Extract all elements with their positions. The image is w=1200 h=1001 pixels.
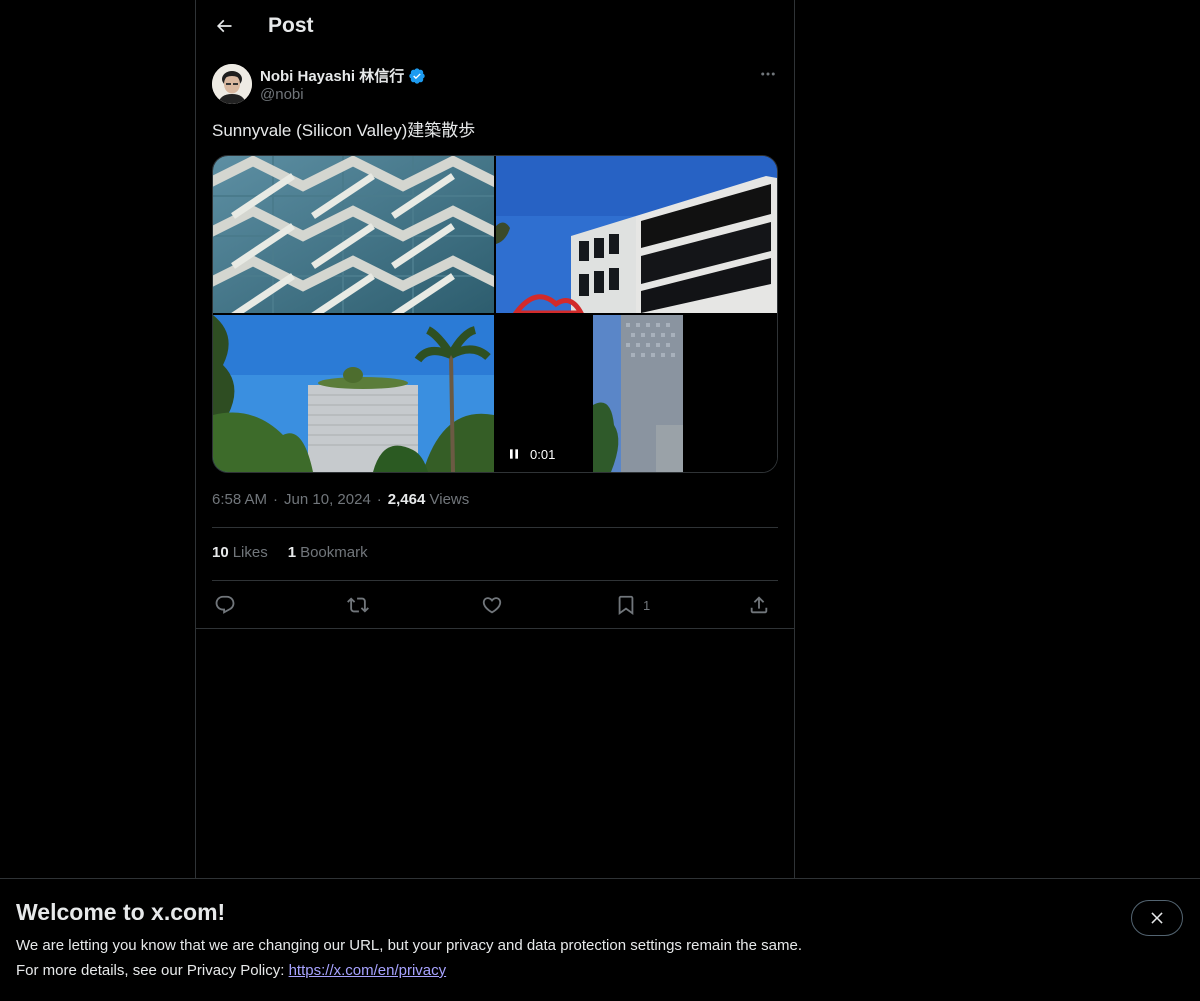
main-column: Post Nobi Hayashi 林信行 @nobi Sunnyvale (S…	[195, 0, 795, 1000]
photo-office-building[interactable]	[496, 156, 777, 313]
banner-title: Welcome to x.com!	[16, 899, 226, 925]
privacy-policy-link[interactable]: https://x.com/en/privacy	[289, 962, 447, 979]
author-display-name[interactable]: Nobi Hayashi 林信行	[260, 65, 404, 86]
photo-green-roof-building[interactable]	[213, 315, 494, 472]
banner-privacy-line: For more details, see our Privacy Policy…	[16, 962, 446, 979]
video-time: 0:01	[530, 446, 556, 462]
post-meta: 6:58 AM · Jun 10, 2024 · 2,464 Views	[212, 491, 469, 508]
views-count: 2,464	[387, 491, 426, 508]
views-label: Views	[429, 491, 470, 508]
back-button[interactable]	[208, 10, 240, 42]
verified-badge-icon	[409, 67, 425, 84]
bookmark-button[interactable]: 1	[615, 592, 650, 618]
page-title: Post	[268, 14, 314, 37]
post-stats: 10 Likes 1 Bookmark	[212, 544, 368, 561]
heart-icon	[482, 597, 502, 614]
more-options-button[interactable]	[758, 64, 778, 84]
post-author: Nobi Hayashi 林信行 @nobi	[212, 64, 778, 106]
author-name-row: Nobi Hayashi 林信行	[260, 65, 426, 86]
pause-button[interactable]	[506, 446, 522, 462]
divider	[212, 527, 778, 528]
action-bar: 1	[212, 592, 778, 618]
user-avatar-icon	[212, 64, 252, 104]
media-grid: 0:01	[212, 155, 778, 473]
reply-icon	[215, 595, 235, 614]
repost-button[interactable]	[347, 592, 369, 618]
bookmarks-label: Bookmark	[300, 544, 368, 561]
banner-privacy-prefix: For more details, see our Privacy Policy…	[16, 962, 289, 979]
author-handle[interactable]: @nobi	[260, 86, 304, 103]
video-player[interactable]: 0:01	[496, 315, 777, 472]
url-change-banner: Welcome to x.com! We are letting you kno…	[0, 878, 1200, 1001]
likes-count: 10	[212, 544, 229, 561]
meta-separator: ·	[376, 491, 382, 508]
bookmarks-count: 1	[287, 544, 297, 561]
video-controls: 0:01	[506, 446, 555, 462]
banner-message: We are letting you know that we are chan…	[16, 937, 802, 954]
banner-close-button[interactable]	[1131, 900, 1183, 936]
reply-button[interactable]	[214, 592, 236, 618]
post-time[interactable]: 6:58 AM	[212, 491, 267, 508]
bookmark-icon	[618, 595, 634, 616]
close-icon	[1151, 912, 1163, 924]
likes-label: Likes	[232, 544, 268, 561]
arrow-left-icon	[216, 19, 232, 33]
bookmarks-stat[interactable]: 1 Bookmark	[288, 544, 368, 561]
post-date[interactable]: Jun 10, 2024	[284, 491, 371, 508]
more-horizontal-icon	[761, 72, 775, 76]
post-header: Post	[196, 0, 794, 53]
share-icon	[750, 596, 768, 614]
photo-lattice-facade[interactable]	[213, 156, 494, 313]
like-button[interactable]	[481, 592, 503, 618]
post-text: Sunnyvale (Silicon Valley)建築散歩	[212, 121, 476, 140]
meta-separator: ·	[273, 491, 279, 508]
likes-stat[interactable]: 10 Likes	[212, 544, 268, 561]
post-bottom-border	[196, 628, 794, 629]
pause-icon	[510, 449, 518, 459]
divider	[212, 580, 778, 581]
bookmark-action-count: 1	[643, 597, 651, 613]
avatar[interactable]	[212, 64, 252, 104]
repost-icon	[347, 597, 369, 613]
share-button[interactable]	[748, 592, 770, 618]
